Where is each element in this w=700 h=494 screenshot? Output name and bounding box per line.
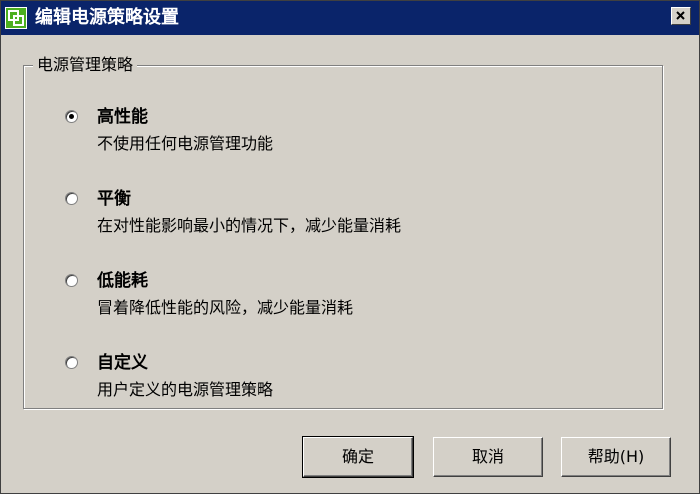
title-bar[interactable]: 编辑电源策略设置 xyxy=(1,1,699,35)
groupbox-label: 电源管理策略 xyxy=(33,55,138,75)
vsphere-app-icon xyxy=(5,7,27,29)
option-description: 冒着降低性能的风险，减少能量消耗 xyxy=(97,298,354,317)
option-description: 用户定义的电源管理策略 xyxy=(97,380,274,399)
power-policy-dialog: 编辑电源策略设置 电源管理策略 高性能 不使用任何电源管理功能 平衡 在对性能影… xyxy=(0,0,700,494)
close-button[interactable] xyxy=(671,7,691,25)
option-description: 不使用任何电源管理功能 xyxy=(97,134,274,153)
close-icon xyxy=(676,11,685,20)
ok-button[interactable]: 确定 xyxy=(302,436,414,478)
help-button[interactable]: 帮助(H) xyxy=(561,437,671,477)
option-description: 在对性能影响最小的情况下，减少能量消耗 xyxy=(97,216,402,235)
cancel-button[interactable]: 取消 xyxy=(433,437,543,477)
option-title: 平衡 xyxy=(97,189,131,209)
radio-low-power[interactable] xyxy=(65,274,78,287)
option-title: 自定义 xyxy=(97,353,148,373)
window-title: 编辑电源策略设置 xyxy=(35,7,179,28)
option-title: 低能耗 xyxy=(97,271,148,291)
option-title: 高性能 xyxy=(97,107,148,127)
radio-balanced[interactable] xyxy=(65,192,78,205)
radio-high-performance[interactable] xyxy=(65,110,78,123)
radio-custom[interactable] xyxy=(65,356,78,369)
radio-selected-dot xyxy=(69,114,74,119)
